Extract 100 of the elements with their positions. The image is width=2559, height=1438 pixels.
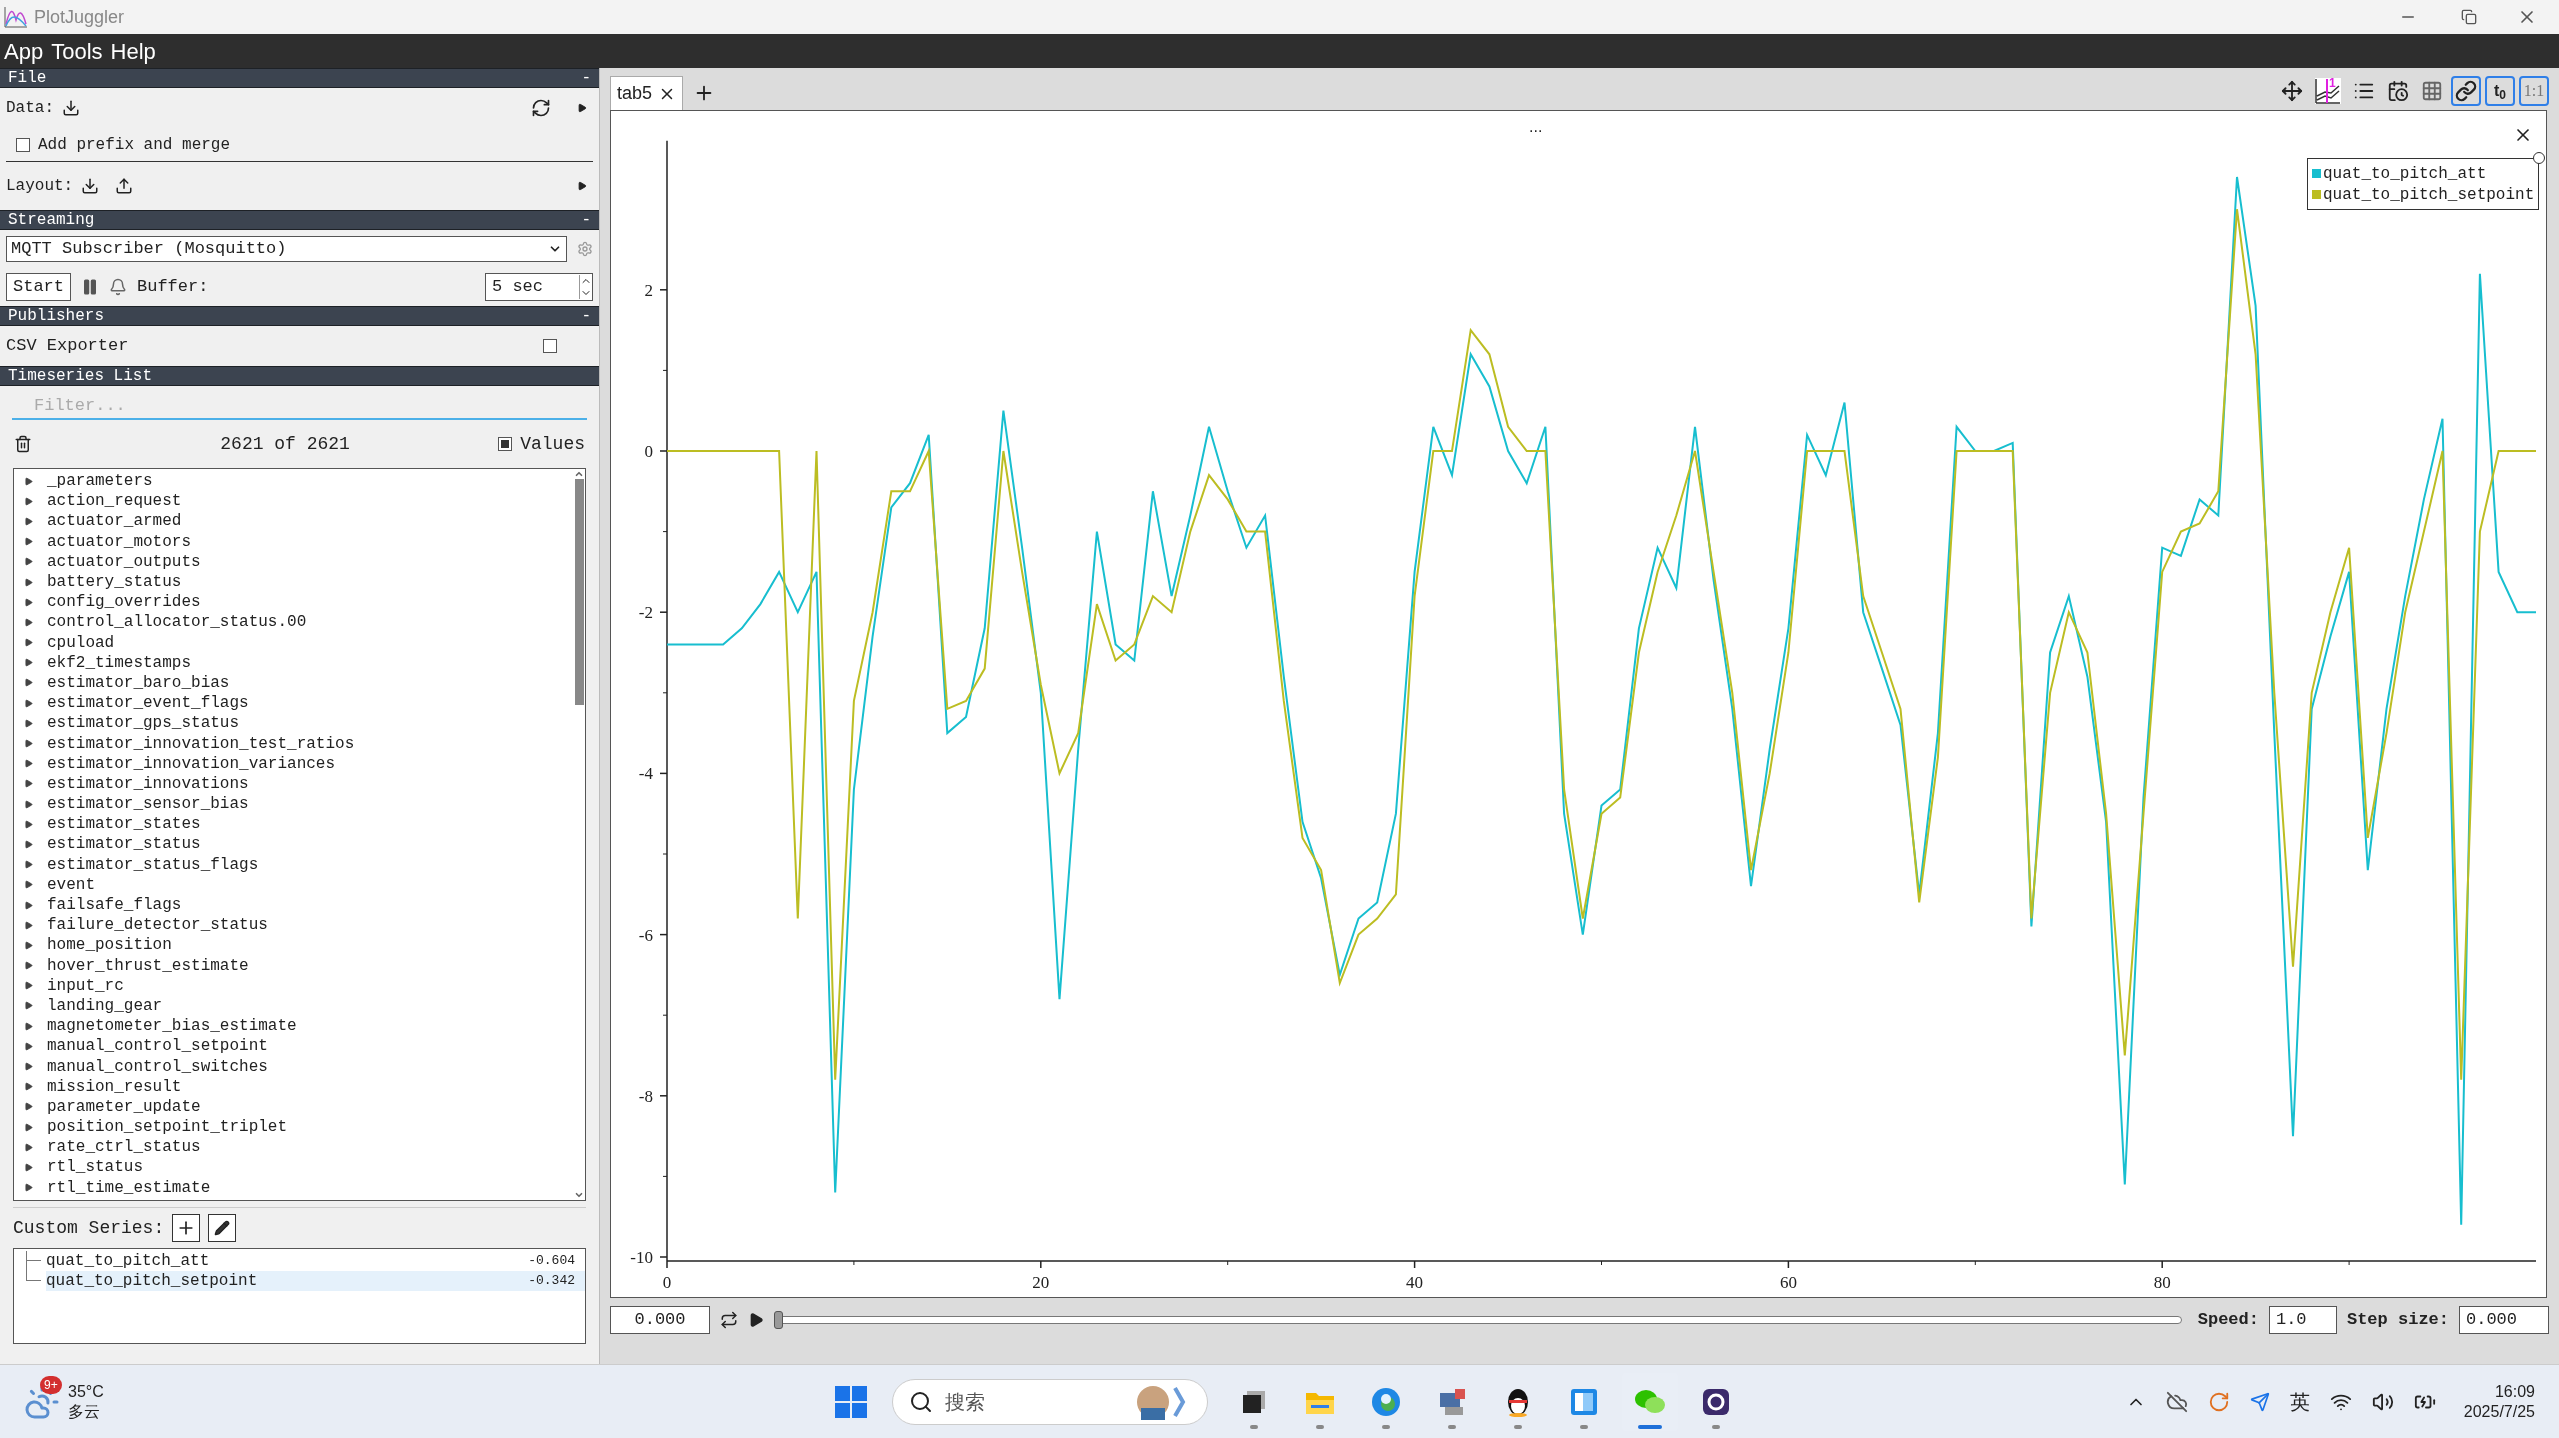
y-tick-label: 2 [644,280,653,300]
weather-condition: 多云 [68,1401,101,1422]
x-tick-label: 20 [1032,1273,1050,1292]
tree-item[interactable]: action_request [14,491,573,512]
tree-item[interactable]: control_allocator_status.00 [14,612,573,633]
x-tick-label: 40 [1406,1273,1424,1292]
notification-badge: 9+ [40,1375,62,1394]
tree-item[interactable]: estimator_status [14,834,573,855]
publisher-label: CSV Exporter [6,335,130,358]
series-value: -0.604 [528,1252,575,1271]
series-value: -0.342 [528,1272,575,1291]
section-title: Publishers [8,306,104,327]
collapse-toggle[interactable]: - [581,304,591,328]
y-tick-label: -2 [638,603,653,623]
series-name: quat_to_pitch_setpoint [46,1271,259,1292]
clock-date[interactable]: 2025/7/25 [2463,1401,2535,1422]
tree-item[interactable]: manual_control_setpoint [14,1036,573,1057]
menu-item[interactable]: Tools [51,34,103,68]
tree-item[interactable]: home_position [14,935,573,956]
section-title: File [8,68,47,89]
tree-item[interactable]: manual_control_switches [14,1056,573,1077]
x-tick-label: 80 [2153,1273,2171,1292]
tree-item[interactable]: estimator_event_flags [14,693,573,714]
tree-item[interactable]: estimator_innovations [14,773,573,794]
section-header[interactable]: Streaming - [0,210,599,230]
tree-item[interactable]: estimator_status_flags [14,854,573,875]
section-title: Timeseries List [8,366,153,387]
step-size-label: Step size: [2346,1309,2449,1332]
toolbar-button[interactable]: t$_{0}$ [2485,76,2515,106]
x-tick-label: 0 [662,1273,672,1292]
legend-label: quat_to_pitch_att [2323,163,2487,185]
search-field[interactable]: 搜索 [892,1378,1208,1425]
source-dropdown[interactable]: MQTT Subscriber (Mosquitto) [6,236,567,262]
tree-item[interactable]: actuator_motors [14,531,573,552]
data-label: Data: [6,98,54,119]
step-size-spinbox[interactable]: 0.000 [2459,1306,2549,1334]
input-language[interactable]: 英 [2289,1386,2310,1417]
tree-item[interactable]: event [14,874,573,895]
collapse-toggle[interactable]: - [581,208,591,232]
tree-item[interactable]: _parameters [14,471,573,492]
x-tick-label: 60 [1779,1273,1797,1292]
tree-item[interactable]: estimator_sensor_bias [14,794,573,815]
checkbox-label: Add prefix and merge [38,134,231,156]
tree-item[interactable]: actuator_armed [14,511,573,532]
y-tick-label: -10 [630,1248,653,1267]
buffer-spinbox[interactable]: 5 sec [485,273,593,301]
tree-item[interactable]: hover_thrust_estimate [14,955,573,976]
tree-item[interactable]: input_rc [14,975,573,996]
window-title: PlotJuggler [34,5,125,29]
y-tick-label: 0 [644,442,653,461]
tree-item[interactable]: failsafe_flags [14,894,573,916]
section-header[interactable]: File - [0,68,599,88]
time-field[interactable]: 0.000 [610,1306,710,1334]
clock-time[interactable]: 16:09 [2494,1381,2535,1402]
tree-item[interactable]: estimator_baro_bias [14,672,573,694]
section-header[interactable]: Publishers - [0,306,599,326]
filter-field[interactable]: Filter... [12,392,587,420]
plot-area[interactable]: -10 -8 -6 -4 -2 0 2 0 20 40 60 80 ... quat_to_pitch_att quat_to_pitch_setpoint [610,110,2547,1298]
tree-item[interactable]: estimator_innovation_variances [14,753,573,774]
tree-item[interactable]: cpuload [14,632,573,653]
tree-item[interactable]: estimator_states [14,814,573,835]
tree-item[interactable]: rtl_time_estimate [14,1177,573,1198]
tree-item[interactable]: rate_ctrl_status [14,1137,573,1158]
checkbox-label: Values [520,432,585,456]
tree-item[interactable]: config_overrides [14,592,573,613]
custom-series-item[interactable]: quat_to_pitch_att -0.604 [46,1251,585,1271]
tree-item[interactable]: ekf2_timestamps [14,652,573,673]
tree-item[interactable]: estimator_innovation_test_ratios [14,733,573,754]
speed-label: Speed: [2197,1309,2259,1332]
tree-item[interactable]: rtl_status [14,1157,573,1178]
y-tick-label: -8 [638,1086,653,1106]
menu-item[interactable]: App [4,34,44,68]
tree-item[interactable]: position_setpoint_triplet [14,1117,573,1138]
section-header[interactable]: Timeseries List [0,366,599,386]
collapse-toggle[interactable]: - [581,66,591,90]
y-tick-label: -6 [638,925,653,945]
tree-item[interactable]: mission_result [14,1076,573,1097]
plot-menu[interactable]: ... [1529,119,1543,135]
series-count: 2621 of 2621 [219,432,351,456]
section-title: Streaming [8,210,95,231]
legend-label: quat_to_pitch_setpoint [2323,184,2535,206]
start-button[interactable]: Start [6,273,71,301]
series-name: quat_to_pitch_att [46,1251,211,1272]
y-tick-label: -4 [638,764,653,784]
tracker-number: 1 [2329,75,2336,92]
tree-item[interactable]: magnetometer_bias_estimate [14,1016,573,1037]
tree-item[interactable]: landing_gear [14,995,573,1017]
tree-item[interactable]: battery_status [14,571,573,593]
layout-label: Layout: [6,176,74,197]
menu-item[interactable]: Help [110,34,156,68]
search-placeholder: 搜索 [945,1389,986,1415]
speed-spinbox[interactable]: 1.0 [2268,1306,2337,1334]
tree-item[interactable]: estimator_gps_status [14,713,573,734]
tree-item[interactable]: failure_detector_status [14,915,573,936]
tree-item[interactable]: parameter_update [14,1096,573,1117]
tab[interactable]: tab5 [610,76,684,110]
custom-series-item[interactable]: quat_to_pitch_setpoint -0.342 [46,1271,585,1291]
temperature: 35°C [68,1381,104,1402]
custom-series-label: Custom Series: [13,1216,165,1240]
tree-item[interactable]: actuator_outputs [14,551,573,572]
